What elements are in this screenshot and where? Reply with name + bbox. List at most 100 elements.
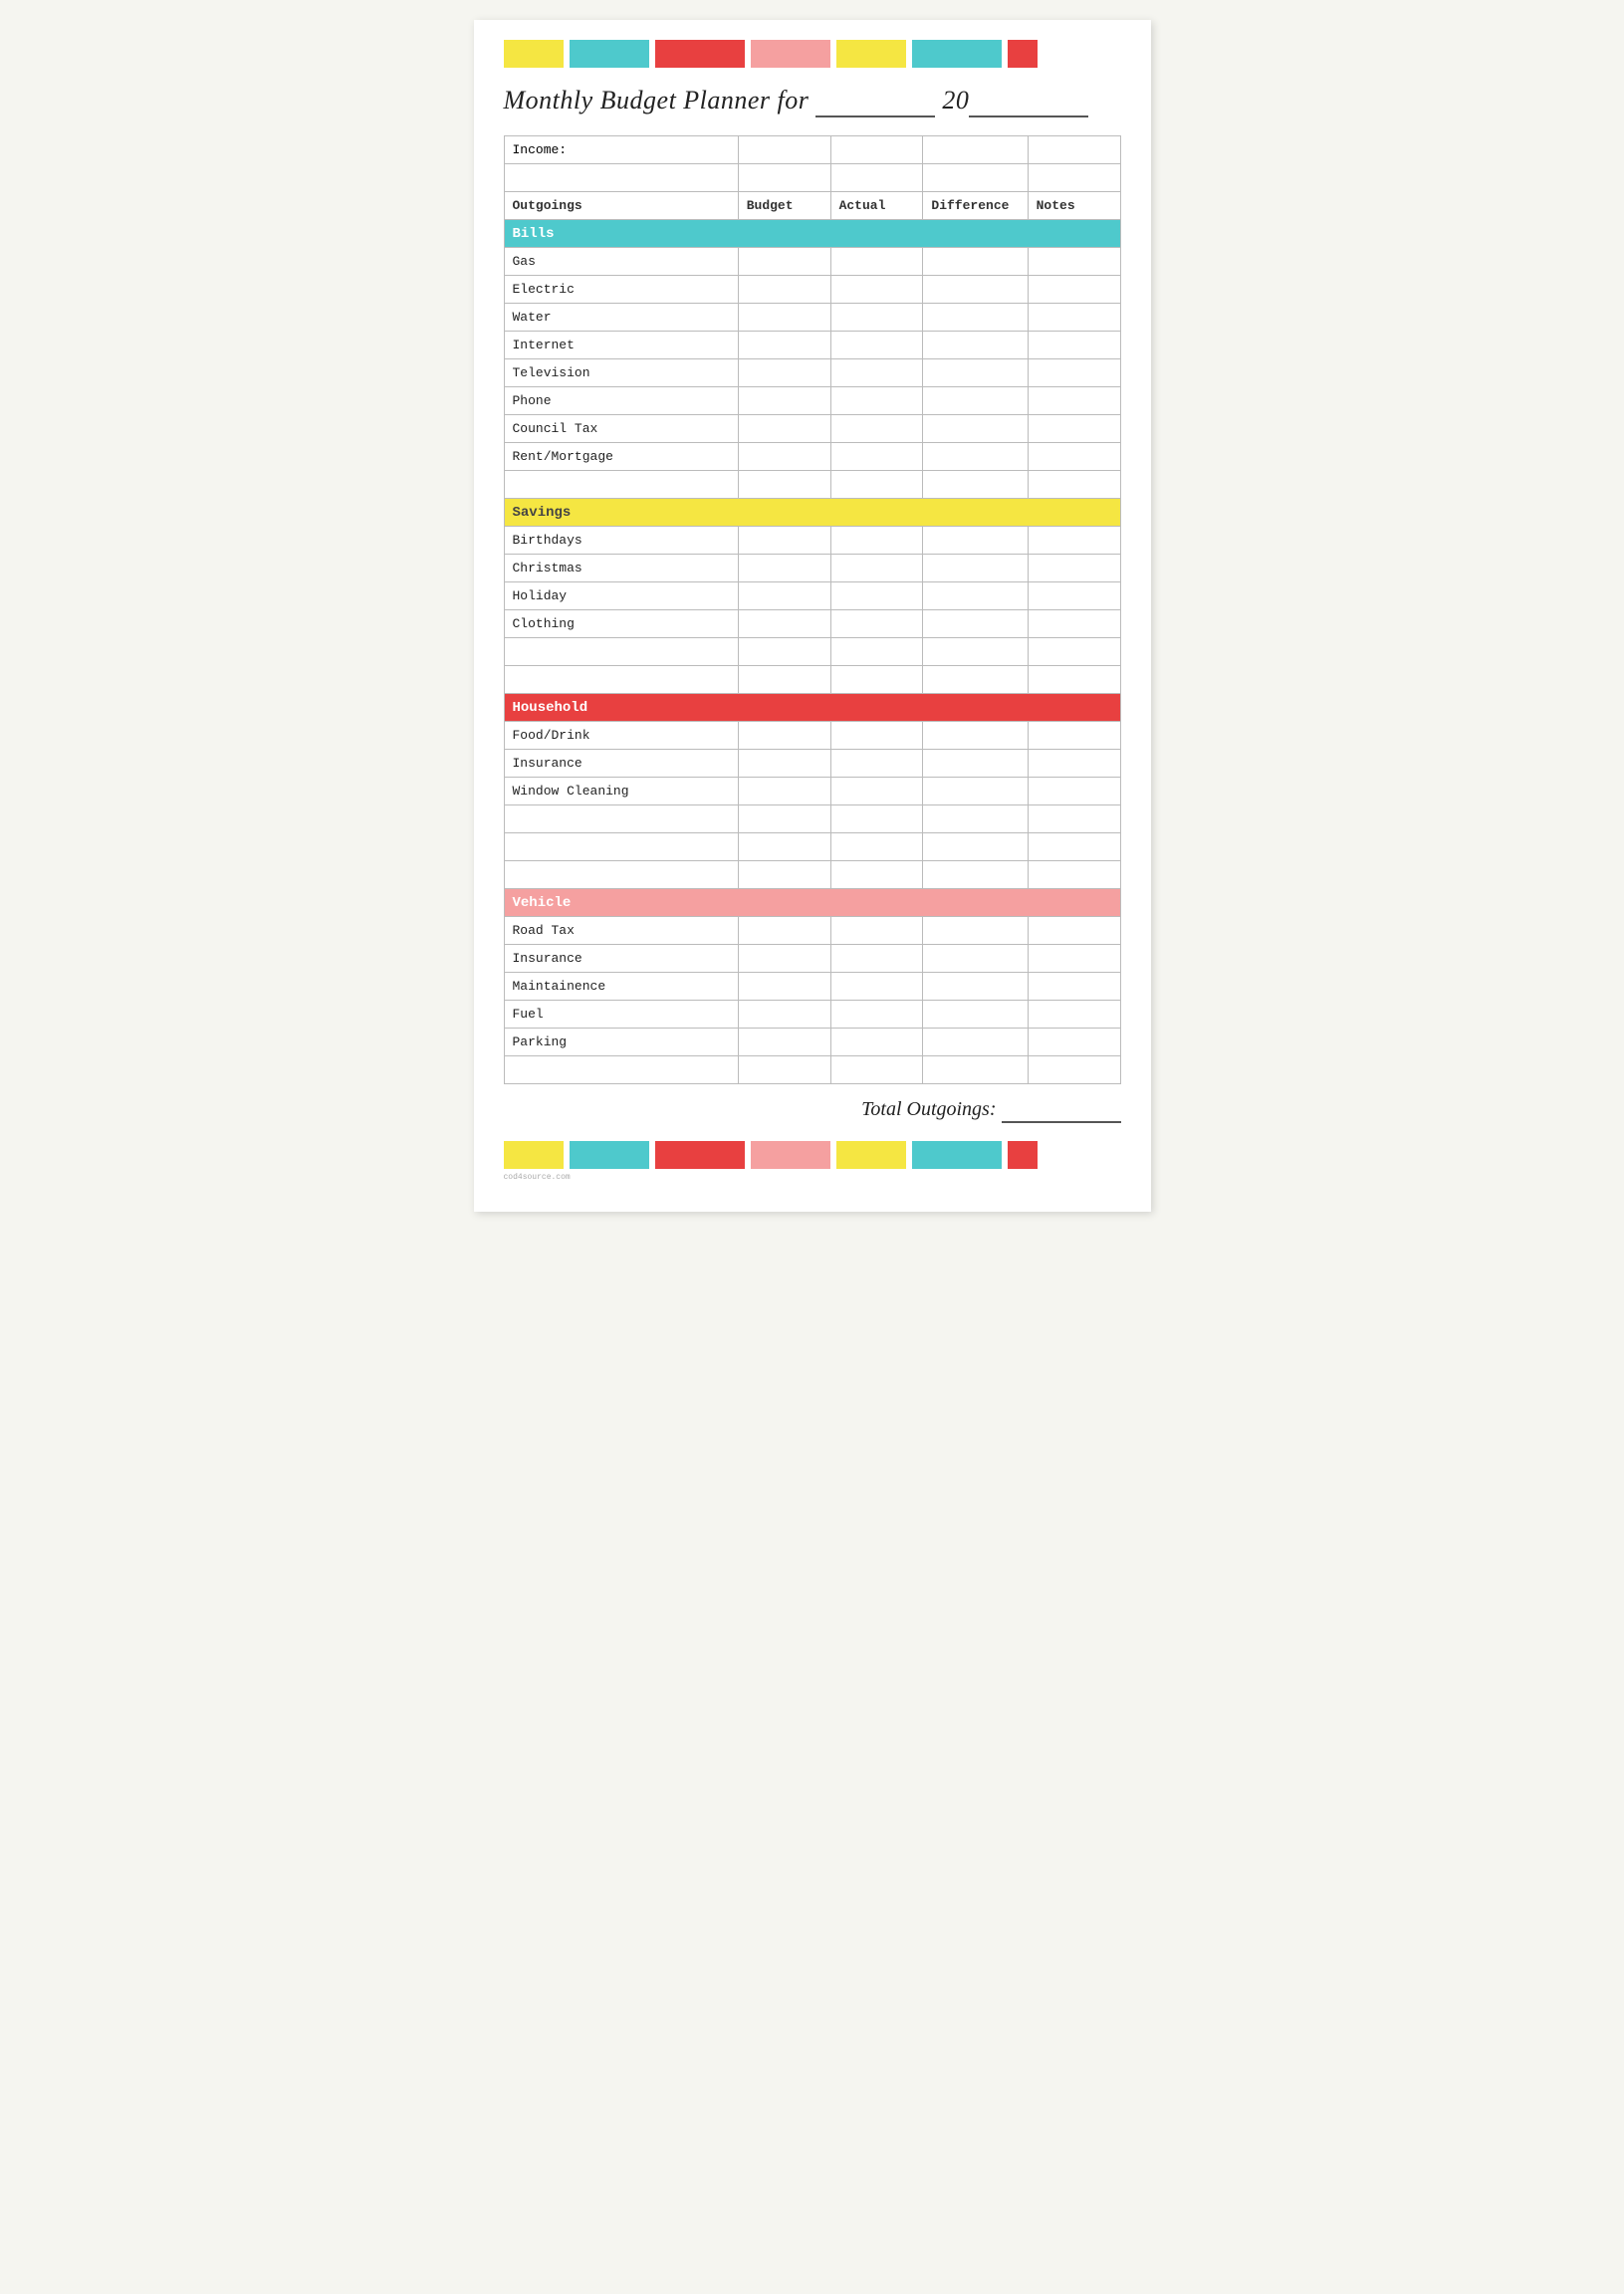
vehicle-fuel-row: Fuel (504, 1001, 1120, 1029)
vehicle-insurance-diff (923, 945, 1028, 973)
vehicle-fuel-notes (1028, 1001, 1120, 1029)
header-budget: Budget (738, 192, 830, 220)
header-difference: Difference (923, 192, 1028, 220)
bills-internet-actual (830, 332, 923, 359)
total-outgoings-row: Total Outgoings: (504, 1098, 1121, 1123)
bills-empty-row (504, 471, 1120, 499)
bills-television-budget (738, 359, 830, 387)
strip-b-yellow-1 (504, 1141, 564, 1169)
title-year-prefix: 20 (942, 86, 969, 115)
title-underline-year (969, 86, 1088, 117)
strip-red-2 (1008, 40, 1038, 68)
income-label: Income: (504, 136, 738, 164)
table-header-row: Outgoings Budget Actual Difference Notes (504, 192, 1120, 220)
vehicle-roadtax-actual (830, 917, 923, 945)
household-windowcleaning-diff (923, 778, 1028, 805)
savings-empty-row-2 (504, 666, 1120, 694)
household-empty-row-1 (504, 805, 1120, 833)
household-fooddrink-row: Food/Drink (504, 722, 1120, 750)
savings-holiday-diff (923, 582, 1028, 610)
income-diff-cell (923, 136, 1028, 164)
category-household: Household (504, 694, 1120, 722)
household-insurance-notes (1028, 750, 1120, 778)
household-windowcleaning-notes (1028, 778, 1120, 805)
vehicle-parking-row: Parking (504, 1029, 1120, 1056)
household-fooddrink-budget (738, 722, 830, 750)
vehicle-maintainence-actual (830, 973, 923, 1001)
bills-rent-diff (923, 443, 1028, 471)
strip-red-1 (655, 40, 745, 68)
vehicle-roadtax-diff (923, 917, 1028, 945)
strip-yellow-2 (836, 40, 906, 68)
household-insurance-actual (830, 750, 923, 778)
savings-christmas-diff (923, 555, 1028, 582)
watermark: cod4source.com (504, 1173, 1121, 1182)
bills-label: Bills (504, 220, 1120, 248)
bills-rent-notes (1028, 443, 1120, 471)
vehicle-insurance-budget (738, 945, 830, 973)
page-title: Monthly Budget Planner for 20 (504, 86, 1121, 117)
vehicle-fuel-diff (923, 1001, 1028, 1029)
savings-empty-row-1 (504, 638, 1120, 666)
strip-b-teal-2 (912, 1141, 1002, 1169)
savings-christmas-actual (830, 555, 923, 582)
savings-birthdays-budget (738, 527, 830, 555)
bills-gas-budget (738, 248, 830, 276)
vehicle-roadtax-notes (1028, 917, 1120, 945)
page: Monthly Budget Planner for 20 Income: Ou… (474, 20, 1151, 1212)
strip-b-pink-1 (751, 1141, 830, 1169)
bills-television-row: Television (504, 359, 1120, 387)
vehicle-parking-actual (830, 1029, 923, 1056)
vehicle-insurance-label: Insurance (504, 945, 738, 973)
bills-water-actual (830, 304, 923, 332)
bills-counciltax-actual (830, 415, 923, 443)
bottom-color-strips (504, 1141, 1121, 1169)
vehicle-parking-budget (738, 1029, 830, 1056)
strip-b-red-2 (1008, 1141, 1038, 1169)
bills-rent-label: Rent/Mortgage (504, 443, 738, 471)
vehicle-fuel-label: Fuel (504, 1001, 738, 1029)
bills-counciltax-diff (923, 415, 1028, 443)
strip-pink-1 (751, 40, 830, 68)
bills-internet-row: Internet (504, 332, 1120, 359)
household-insurance-row: Insurance (504, 750, 1120, 778)
header-notes: Notes (1028, 192, 1120, 220)
savings-holiday-row: Holiday (504, 582, 1120, 610)
bills-internet-label: Internet (504, 332, 738, 359)
household-fooddrink-diff (923, 722, 1028, 750)
bills-television-label: Television (504, 359, 738, 387)
vehicle-parking-diff (923, 1029, 1028, 1056)
savings-christmas-budget (738, 555, 830, 582)
bills-electric-diff (923, 276, 1028, 304)
bills-rent-budget (738, 443, 830, 471)
vehicle-insurance-row: Insurance (504, 945, 1120, 973)
total-outgoings-label: Total Outgoings: (861, 1098, 996, 1120)
vehicle-insurance-notes (1028, 945, 1120, 973)
vehicle-maintainence-label: Maintainence (504, 973, 738, 1001)
savings-holiday-notes (1028, 582, 1120, 610)
vehicle-label: Vehicle (504, 889, 1120, 917)
savings-clothing-diff (923, 610, 1028, 638)
bills-phone-row: Phone (504, 387, 1120, 415)
bills-water-diff (923, 304, 1028, 332)
title-underline-month (815, 86, 935, 117)
savings-christmas-label: Christmas (504, 555, 738, 582)
vehicle-maintainence-budget (738, 973, 830, 1001)
vehicle-roadtax-label: Road Tax (504, 917, 738, 945)
strip-teal-1 (570, 40, 649, 68)
vehicle-roadtax-budget (738, 917, 830, 945)
bills-water-row: Water (504, 304, 1120, 332)
bills-internet-notes (1028, 332, 1120, 359)
bills-television-actual (830, 359, 923, 387)
bills-water-notes (1028, 304, 1120, 332)
household-windowcleaning-row: Window Cleaning (504, 778, 1120, 805)
strip-yellow-1 (504, 40, 564, 68)
bills-electric-actual (830, 276, 923, 304)
savings-holiday-actual (830, 582, 923, 610)
bills-gas-notes (1028, 248, 1120, 276)
bills-internet-diff (923, 332, 1028, 359)
category-bills: Bills (504, 220, 1120, 248)
bills-gas-row: Gas (504, 248, 1120, 276)
savings-label: Savings (504, 499, 1120, 527)
bills-water-label: Water (504, 304, 738, 332)
